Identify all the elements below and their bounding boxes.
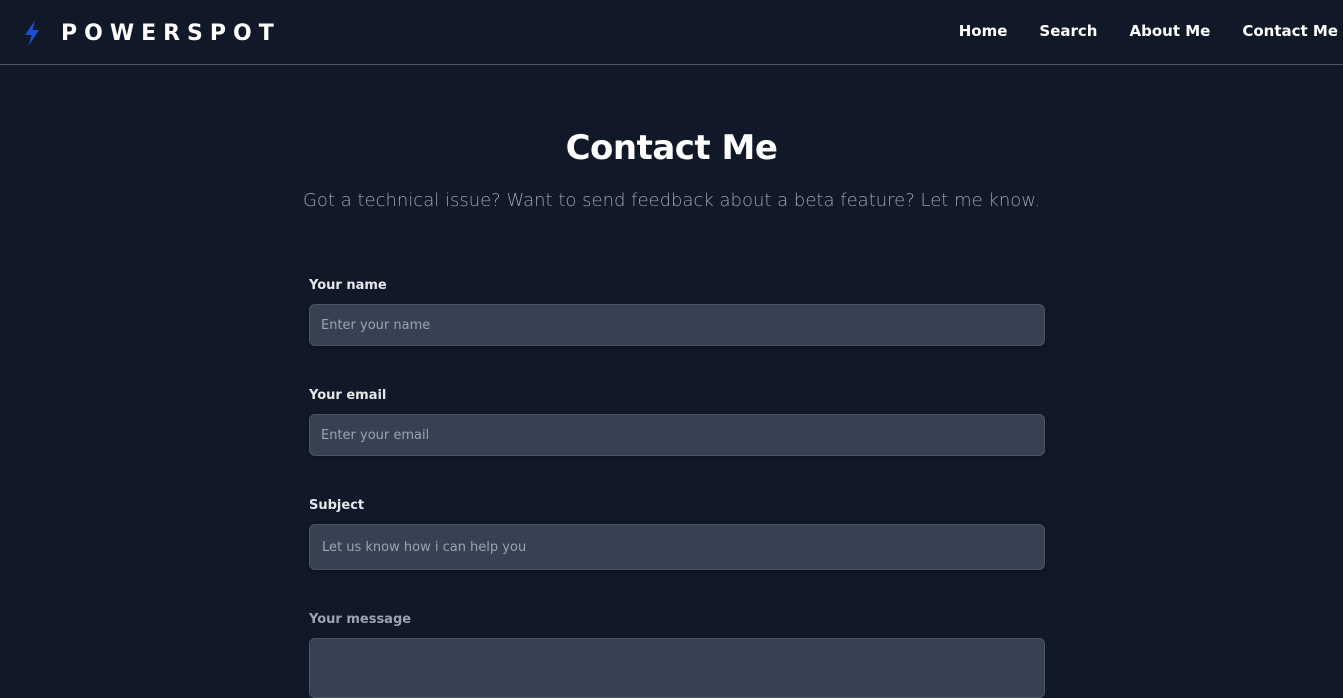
navbar: POWERSPOT Home Search About Me Contact M… (0, 0, 1343, 65)
brand-logo[interactable]: POWERSPOT (22, 18, 281, 48)
subject-input[interactable] (309, 524, 1045, 570)
nav-link-home[interactable]: Home (959, 22, 1008, 40)
message-field-group: Your message (309, 612, 1045, 698)
hero-section: Contact Me Got a technical issue? Want t… (0, 128, 1343, 211)
email-label: Your email (309, 388, 387, 403)
nav-menu: Home Search About Me Contact Me (959, 22, 1338, 40)
message-textarea[interactable] (309, 638, 1045, 698)
name-label: Your name (309, 278, 387, 293)
nav-link-about-me[interactable]: About Me (1130, 22, 1211, 40)
email-field-group: Your email (309, 388, 1045, 456)
nav-link-search[interactable]: Search (1039, 22, 1097, 40)
page-subtitle: Got a technical issue? Want to send feed… (302, 190, 1041, 211)
lightning-bolt-icon (25, 20, 39, 46)
name-field-group: Your name (309, 278, 1045, 346)
subject-field-group: Subject (309, 498, 1045, 570)
brand-name: POWERSPOT (61, 20, 281, 46)
subject-label: Subject (309, 498, 365, 513)
message-label: Your message (309, 612, 412, 627)
email-input[interactable] (309, 414, 1045, 456)
page-title: Contact Me (565, 128, 778, 168)
nav-link-contact-me[interactable]: Contact Me (1242, 22, 1338, 40)
contact-form: Your name Your email Subject Your messag… (309, 278, 1045, 698)
name-input[interactable] (309, 304, 1045, 346)
